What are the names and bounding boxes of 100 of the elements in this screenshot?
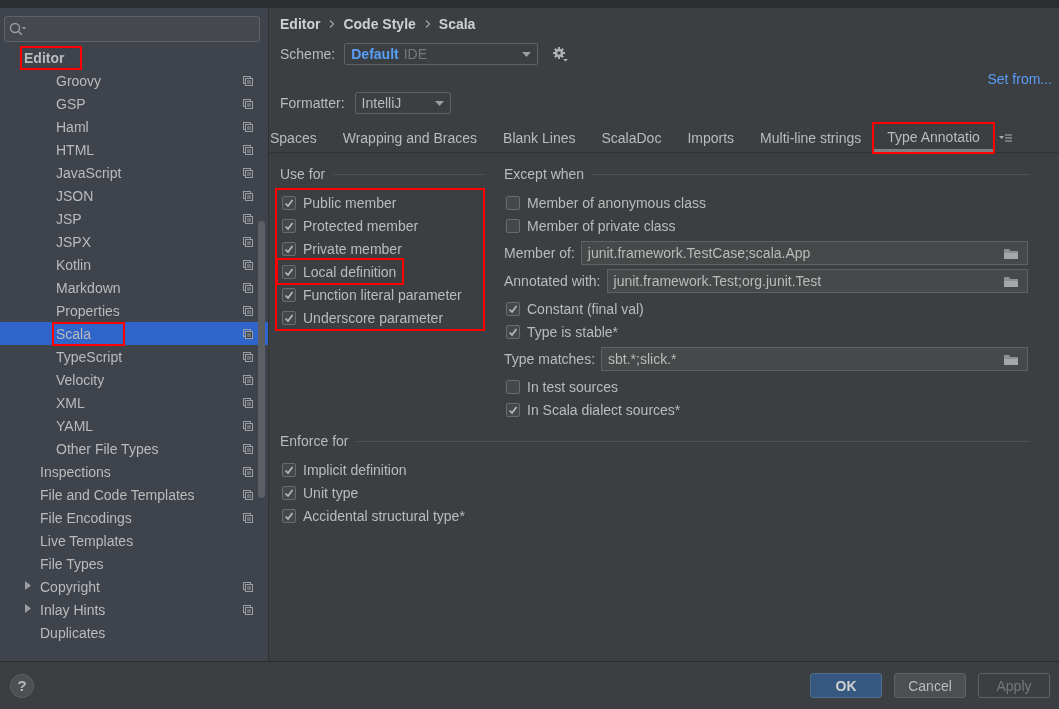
input-field[interactable]: junit.framework.Test;org.junit.Test	[606, 269, 1028, 293]
breadcrumb-item[interactable]: Scala	[438, 16, 476, 32]
tree-item[interactable]: Editor	[0, 46, 268, 69]
tree-item[interactable]: Other File Types	[0, 437, 268, 460]
checkbox-label: Local definition	[303, 263, 397, 280]
breadcrumb-item[interactable]: Editor	[280, 16, 321, 32]
checkbox[interactable]	[506, 324, 520, 339]
formatter-dropdown[interactable]: IntelliJ	[354, 92, 451, 114]
tree-item-label: JSPX	[56, 233, 91, 250]
tree-item[interactable]: Inlay Hints	[0, 598, 268, 621]
checkbox-label: Private member	[303, 240, 402, 257]
settings-icon[interactable]	[552, 46, 570, 62]
checkbox[interactable]	[282, 264, 296, 279]
expand-arrow-icon	[23, 603, 33, 614]
input-field[interactable]: sbt.*;slick.*	[601, 347, 1028, 371]
tree-item[interactable]: Duplicates	[0, 621, 268, 644]
group-title: Use for	[280, 166, 326, 182]
tree-item-label: File Encodings	[40, 509, 132, 526]
tree-item-label: Kotlin	[56, 256, 92, 273]
group-title: Enforce for	[280, 433, 349, 449]
scrollbar[interactable]	[258, 221, 265, 498]
tree-item[interactable]: Haml	[0, 115, 268, 138]
checkbox[interactable]	[282, 462, 296, 477]
tabs-overflow-icon[interactable]	[998, 133, 1013, 143]
checkbox-label: Member of anonymous class	[527, 194, 706, 211]
checkbox[interactable]	[282, 287, 296, 302]
tab[interactable]: Type Annotatio	[874, 124, 993, 152]
tree-item[interactable]: Markdown	[0, 276, 268, 299]
tree-item-label: JavaScript	[56, 164, 122, 181]
tree-item-label: Duplicates	[40, 624, 106, 641]
dropdown-caret-icon	[522, 51, 532, 57]
tree-item[interactable]: File Types	[0, 552, 268, 575]
tree-item-label: Velocity	[56, 371, 105, 388]
tree-item[interactable]: JSP	[0, 207, 268, 230]
tab[interactable]: Wrapping and Braces	[329, 124, 491, 152]
checkbox[interactable]	[282, 241, 296, 256]
help-button[interactable]: ?	[10, 673, 34, 698]
tree-item-label: Haml	[56, 118, 89, 135]
tree-item[interactable]: HTML	[0, 138, 268, 161]
checkbox[interactable]	[506, 402, 520, 417]
dialog-button[interactable]: OK	[810, 673, 882, 698]
tree-item[interactable]: Live Templates	[0, 529, 268, 552]
tree-item[interactable]: Groovy	[0, 69, 268, 92]
checkbox[interactable]	[282, 310, 296, 325]
tree-item-label: Properties	[56, 302, 120, 319]
expand-arrow-icon	[23, 580, 33, 591]
checkbox[interactable]	[282, 195, 296, 210]
checkbox[interactable]	[506, 218, 520, 233]
tab[interactable]: Imports	[674, 124, 748, 152]
tab[interactable]: Spaces	[269, 124, 330, 152]
checkbox[interactable]	[506, 379, 520, 394]
checkbox-label: In test sources	[527, 378, 619, 395]
checkbox[interactable]	[506, 195, 520, 210]
tab[interactable]: ScalaDoc	[588, 124, 675, 152]
scheme-label: Scheme:	[280, 46, 336, 62]
field-label: Annotated with:	[504, 273, 601, 289]
tree-item[interactable]: File and Code Templates	[0, 483, 268, 506]
dialog-button[interactable]: Cancel	[894, 673, 966, 698]
checkbox-label: Type is stable*	[527, 323, 619, 340]
tree-item-label: Copyright	[40, 578, 100, 595]
chevron-icon	[423, 19, 431, 29]
tree-item[interactable]: Scala	[0, 322, 268, 345]
tree-item[interactable]: Kotlin	[0, 253, 268, 276]
tree-item-label: Inlay Hints	[40, 601, 106, 618]
checkbox[interactable]	[506, 301, 520, 316]
tree-item[interactable]: JSPX	[0, 230, 268, 253]
checkbox-label: Accidental structural type*	[303, 507, 465, 524]
breadcrumb-item[interactable]: Code Style	[343, 16, 416, 32]
checkbox-label: Underscore parameter	[303, 309, 444, 326]
input-field[interactable]: junit.framework.TestCase;scala.App	[580, 241, 1028, 265]
tree-item[interactable]: JavaScript	[0, 161, 268, 184]
tree-item-label: File Types	[40, 555, 104, 572]
tree-item[interactable]: TypeScript	[0, 345, 268, 368]
tree-item[interactable]: File Encodings	[0, 506, 268, 529]
tree-item-label: Inspections	[40, 463, 111, 480]
tree-item-label: Other File Types	[56, 440, 159, 457]
tree-item[interactable]: Copyright	[0, 575, 268, 598]
checkbox[interactable]	[282, 218, 296, 233]
tree-item-label: Live Templates	[40, 532, 134, 549]
tree-item[interactable]: Inspections	[0, 460, 268, 483]
set-from-link[interactable]: Set from...	[987, 71, 1052, 87]
folder-icon	[1003, 274, 1019, 288]
tree-item-label: Markdown	[56, 279, 121, 296]
checkbox[interactable]	[282, 508, 296, 523]
tree-item[interactable]: GSP	[0, 92, 268, 115]
tab[interactable]: Blank Lines	[490, 124, 589, 152]
checkbox-label: In Scala dialect sources*	[527, 401, 681, 418]
tab[interactable]: Multi-line strings	[747, 124, 875, 152]
tree-item[interactable]: Properties	[0, 299, 268, 322]
tree-item[interactable]: JSON	[0, 184, 268, 207]
checkbox-label: Unit type	[303, 484, 359, 501]
scheme-dropdown[interactable]: Default IDE	[344, 43, 539, 65]
search-field[interactable]	[4, 16, 260, 42]
tree-item[interactable]: YAML	[0, 414, 268, 437]
tree-item[interactable]: Velocity	[0, 368, 268, 391]
checkbox-label: Constant (final val)	[527, 300, 644, 317]
folder-icon	[1003, 246, 1019, 260]
tree-item-label: GSP	[56, 95, 86, 112]
checkbox[interactable]	[282, 485, 296, 500]
tree-item[interactable]: XML	[0, 391, 268, 414]
